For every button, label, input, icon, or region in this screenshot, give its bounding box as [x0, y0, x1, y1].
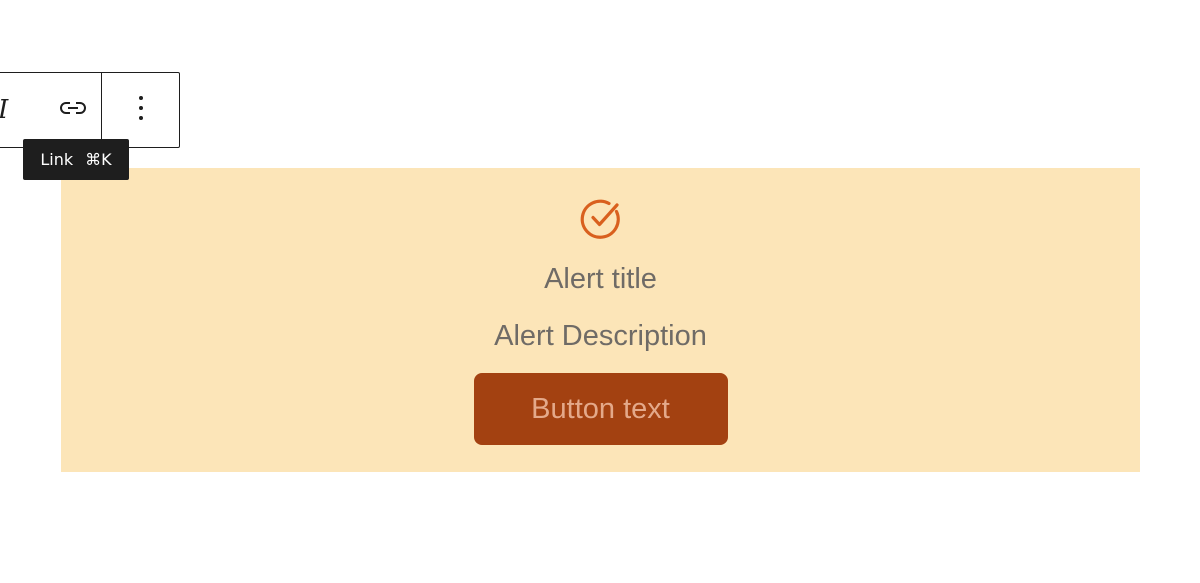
link-icon	[59, 100, 87, 121]
toolbar-format-group: I	[0, 73, 102, 147]
more-options-button[interactable]	[102, 73, 180, 147]
italic-button[interactable]: I	[0, 73, 11, 147]
alert-action-button[interactable]: Button text	[473, 373, 728, 445]
alert-title[interactable]: Alert title	[544, 261, 657, 297]
check-circle-icon	[578, 195, 624, 241]
block-toolbar: I	[0, 72, 180, 148]
link-button[interactable]	[45, 73, 101, 147]
toolbar-options-group	[102, 73, 180, 147]
link-tooltip: Link ⌘K	[23, 139, 129, 180]
tooltip-shortcut: ⌘K	[85, 150, 112, 169]
alert-description[interactable]: Alert Description	[494, 318, 707, 354]
tooltip-label: Link	[40, 150, 74, 169]
more-vertical-icon	[138, 95, 144, 126]
italic-icon: I	[0, 95, 8, 125]
alert-block[interactable]: Alert title Alert Description Button tex…	[61, 168, 1140, 472]
editor-canvas: I	[0, 0, 1200, 583]
